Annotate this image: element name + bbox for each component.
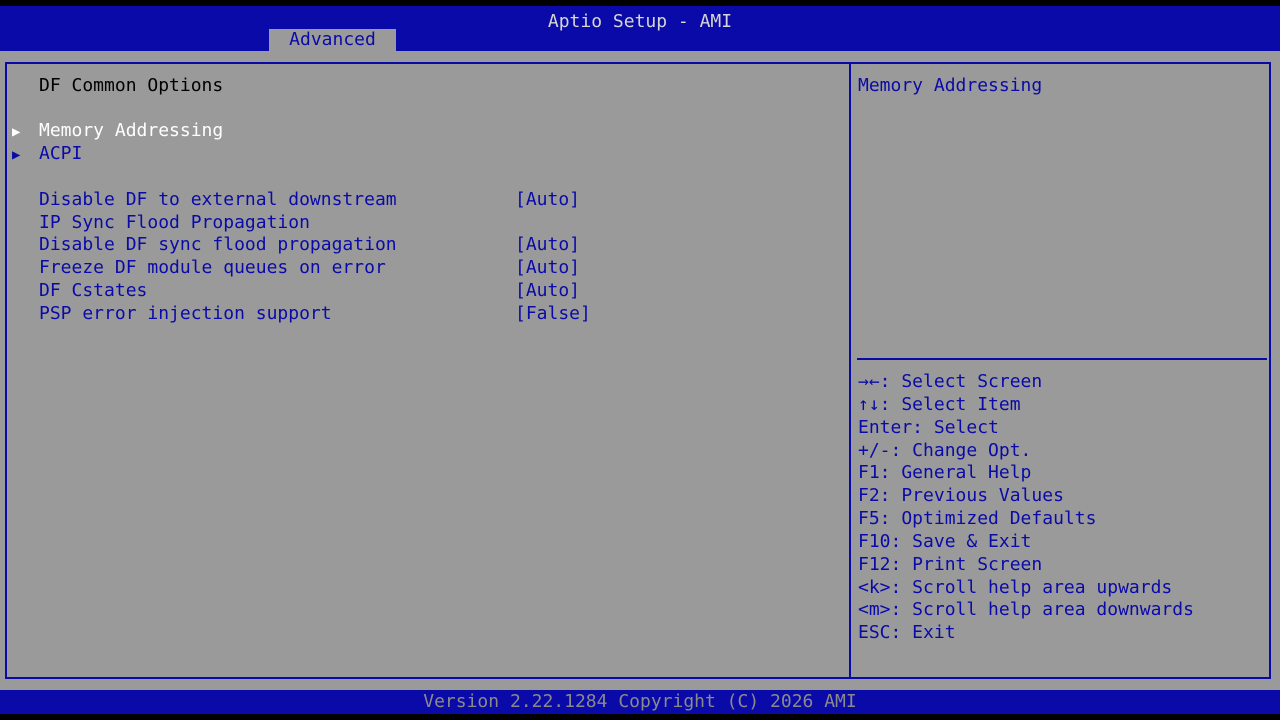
help-key-scroll-down: <m>: Scroll help area downwards	[858, 599, 1194, 620]
help-key-select-screen: →←: Select Screen	[858, 371, 1043, 392]
setting-label-psp-error-injection[interactable]: PSP error injection support	[39, 303, 332, 326]
section-title: DF Common Options	[39, 75, 224, 96]
tab-advanced[interactable]: Advanced	[269, 29, 396, 51]
help-key-f5: F5: Optimized Defaults	[858, 508, 1097, 529]
help-description: Memory Addressing	[858, 75, 1043, 96]
setting-label-df-cstates[interactable]: DF Cstates	[39, 280, 147, 303]
setting-label-disable-df-external-downstream[interactable]: Disable DF to external downstream	[39, 189, 397, 212]
footer-bar: Version 2.22.1284 Copyright (C) 2026 AMI	[0, 690, 1280, 714]
help-key-f1: F1: General Help	[858, 462, 1032, 483]
help-key-f10: F10: Save & Exit	[858, 531, 1032, 552]
help-key-change-opt: +/-: Change Opt.	[858, 440, 1032, 461]
help-key-esc: ESC: Exit	[858, 622, 956, 643]
help-key-enter: Enter: Select	[858, 417, 999, 438]
app-title: Aptio Setup - AMI	[547, 11, 733, 32]
setting-value-disable-df-external-downstream[interactable]: [Auto]	[515, 189, 580, 212]
help-key-f12: F12: Print Screen	[858, 554, 1043, 575]
main-area: DF Common Options ▶ Memory Addressing ▶ …	[0, 51, 1280, 690]
title-bar: Aptio Setup - AMI Advanced	[0, 6, 1280, 51]
setting-value-psp-error-injection[interactable]: [False]	[515, 303, 591, 326]
help-divider	[857, 358, 1267, 360]
submenu-arrow-icon: ▶	[12, 124, 21, 140]
panel-divider	[849, 62, 851, 679]
help-key-scroll-up: <k>: Scroll help area upwards	[858, 577, 1173, 598]
submenu-arrow-icon: ▶	[12, 147, 21, 163]
setting-label-disable-df-sync-flood[interactable]: Disable DF sync flood propagation	[39, 234, 397, 257]
setting-value-df-cstates[interactable]: [Auto]	[515, 280, 580, 303]
setting-label-ip-sync-flood-propagation: IP Sync Flood Propagation	[39, 212, 310, 233]
submenu-acpi[interactable]: ACPI	[39, 143, 82, 166]
setting-value-disable-df-sync-flood[interactable]: [Auto]	[515, 234, 580, 257]
version-text: Version 2.22.1284 Copyright (C) 2026 AMI	[423, 691, 857, 712]
setting-value-freeze-df-module-queues[interactable]: [Auto]	[515, 257, 580, 280]
submenu-memory-addressing[interactable]: Memory Addressing	[39, 120, 223, 143]
setting-label-freeze-df-module-queues[interactable]: Freeze DF module queues on error	[39, 257, 386, 280]
help-key-select-item: ↑↓: Select Item	[858, 394, 1021, 415]
help-key-f2: F2: Previous Values	[858, 485, 1064, 506]
